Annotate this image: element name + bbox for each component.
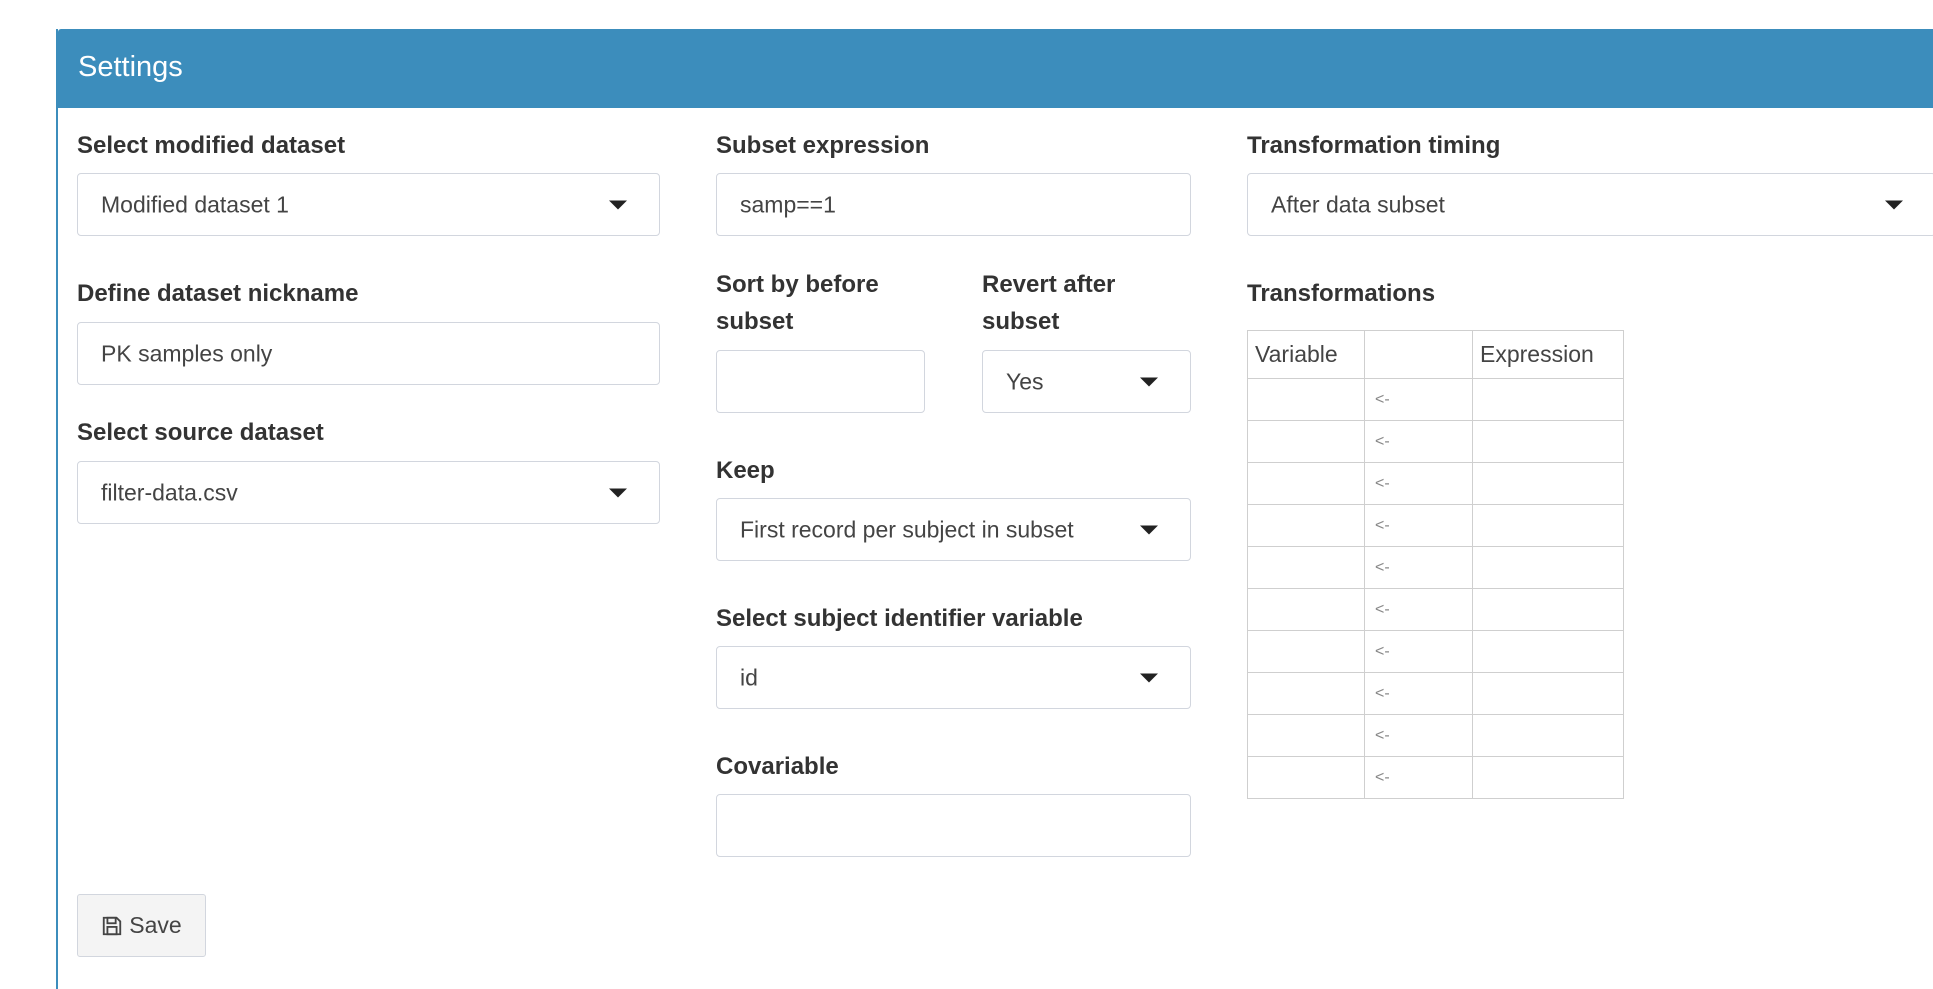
expression-cell[interactable]	[1472, 588, 1624, 631]
sort-by-input[interactable]	[716, 350, 925, 413]
chevron-down-icon	[609, 488, 627, 497]
assign-operator-cell: <-	[1364, 714, 1473, 757]
floppy-disk-icon	[103, 916, 122, 935]
expression-cell[interactable]	[1472, 756, 1624, 799]
variable-cell[interactable]	[1247, 420, 1365, 463]
transformation-timing-label: Transformation timing	[1247, 132, 1501, 159]
panel-header: Settings	[58, 29, 1933, 108]
expression-cell[interactable]	[1472, 378, 1624, 421]
variable-cell[interactable]	[1247, 672, 1365, 715]
table-row: <-	[1247, 630, 1624, 673]
table-row: <-	[1247, 420, 1624, 463]
transformation-timing-dropdown[interactable]: After data subset	[1247, 173, 1933, 236]
assign-operator-cell: <-	[1364, 462, 1473, 505]
variable-cell[interactable]	[1247, 714, 1365, 757]
table-row: <-	[1247, 756, 1624, 799]
revert-after-label-line2: subset	[982, 308, 1060, 335]
variable-cell[interactable]	[1247, 462, 1365, 505]
variable-cell[interactable]	[1247, 588, 1365, 631]
select-source-dataset-label: Select source dataset	[77, 419, 324, 446]
keep-dropdown[interactable]: First record per subject in subset	[716, 498, 1191, 561]
assign-operator-cell: <-	[1364, 420, 1473, 463]
expression-cell[interactable]	[1472, 504, 1624, 547]
table-row: <-	[1247, 504, 1624, 547]
table-header-row: Variable Expression	[1247, 330, 1624, 379]
expression-cell[interactable]	[1472, 714, 1624, 757]
assign-operator-cell: <-	[1364, 672, 1473, 715]
revert-after-label: Revert after subset	[982, 266, 1115, 340]
variable-cell[interactable]	[1247, 378, 1365, 421]
variable-cell[interactable]	[1247, 546, 1365, 589]
assign-operator-cell: <-	[1364, 504, 1473, 547]
select-modified-dataset-value: Modified dataset 1	[101, 191, 289, 217]
covariable-label: Covariable	[716, 753, 839, 780]
chevron-down-icon	[1140, 673, 1158, 682]
chevron-down-icon	[1140, 377, 1158, 386]
transformations-label: Transformations	[1247, 280, 1436, 307]
subject-identifier-label: Select subject identifier variable	[716, 605, 1083, 632]
table-row: <-	[1247, 672, 1624, 715]
sort-by-label-line2: subset	[716, 308, 794, 335]
variable-cell[interactable]	[1247, 756, 1365, 799]
transformation-timing-value: After data subset	[1271, 191, 1445, 217]
expression-cell[interactable]	[1472, 420, 1624, 463]
table-row: <-	[1247, 462, 1624, 505]
sort-by-label-line1: Sort by before	[716, 271, 879, 298]
assign-operator-cell: <-	[1364, 588, 1473, 631]
subset-expression-value: samp==1	[740, 191, 836, 217]
table-row: <-	[1247, 714, 1624, 757]
expression-cell[interactable]	[1472, 672, 1624, 715]
expression-cell[interactable]	[1472, 546, 1624, 589]
revert-after-label-line1: Revert after	[982, 271, 1116, 298]
select-modified-dataset-dropdown[interactable]: Modified dataset 1	[77, 173, 660, 236]
keep-label: Keep	[716, 457, 775, 484]
dataset-nickname-label: Define dataset nickname	[77, 280, 359, 307]
assign-operator-cell: <-	[1364, 630, 1473, 673]
keep-value: First record per subject in subset	[740, 516, 1074, 542]
variable-cell[interactable]	[1247, 504, 1365, 547]
select-modified-dataset-label: Select modified dataset	[77, 132, 346, 159]
table-row: <-	[1247, 546, 1624, 589]
select-source-dataset-dropdown[interactable]: filter-data.csv	[77, 461, 660, 524]
assign-operator-cell: <-	[1364, 756, 1473, 799]
dataset-nickname-value: PK samples only	[101, 340, 273, 366]
assign-operator-cell: <-	[1364, 546, 1473, 589]
select-source-dataset-value: filter-data.csv	[101, 479, 238, 505]
covariable-input[interactable]	[716, 794, 1191, 857]
expression-cell[interactable]	[1472, 462, 1624, 505]
variable-cell[interactable]	[1247, 630, 1365, 673]
save-button[interactable]: Save	[77, 894, 206, 957]
column-header-variable: Variable	[1247, 330, 1365, 379]
revert-after-dropdown[interactable]: Yes	[982, 350, 1191, 413]
chevron-down-icon	[1885, 200, 1903, 209]
subject-identifier-value: id	[740, 664, 758, 690]
save-button-label: Save	[129, 912, 182, 938]
subject-identifier-dropdown[interactable]: id	[716, 646, 1191, 709]
table-row: <-	[1247, 588, 1624, 631]
revert-after-value: Yes	[1006, 368, 1044, 394]
sort-by-label: Sort by before subset	[716, 266, 879, 340]
panel-title: Settings	[78, 51, 183, 83]
dataset-nickname-input[interactable]: PK samples only	[77, 322, 660, 385]
chevron-down-icon	[1140, 525, 1158, 534]
subset-expression-label: Subset expression	[716, 132, 930, 159]
chevron-down-icon	[609, 200, 627, 209]
column-header-operator	[1364, 330, 1473, 379]
subset-expression-input[interactable]: samp==1	[716, 173, 1191, 236]
column-header-expression: Expression	[1472, 330, 1624, 379]
table-row: <-	[1247, 378, 1624, 421]
expression-cell[interactable]	[1472, 630, 1624, 673]
transformations-table: Variable Expression <- <- <- <- <- <- <-…	[1247, 330, 1624, 799]
assign-operator-cell: <-	[1364, 378, 1473, 421]
